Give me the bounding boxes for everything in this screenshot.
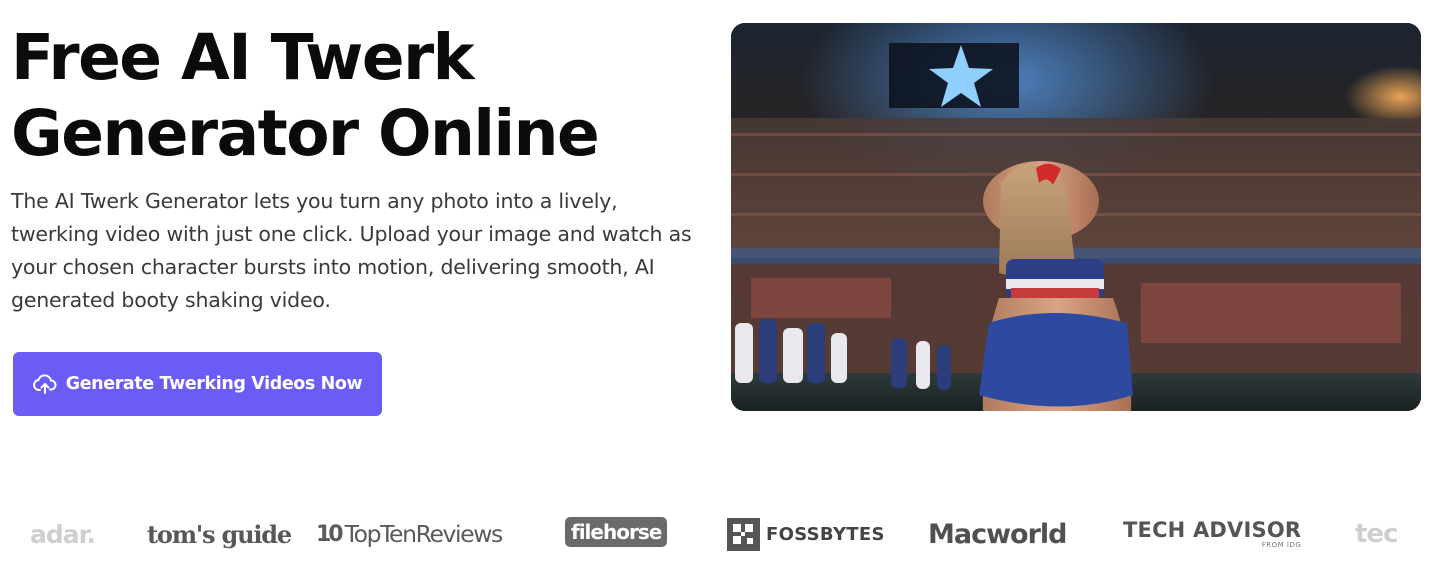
tech-advisor-sub: FROM IDG: [1261, 541, 1302, 549]
page-title: Free AI Twerk Generator Online: [11, 20, 711, 172]
topten-text: TopTenReviews: [344, 520, 504, 548]
page-title-line-2: Generator Online: [11, 97, 600, 170]
logo-toms-guide: tom's guide: [147, 519, 292, 549]
generate-twerking-videos-button[interactable]: Generate Twerking Videos Now: [13, 352, 382, 416]
cta-label: Generate Twerking Videos Now: [65, 374, 363, 394]
logo-topten-reviews: 10 TopTenReviews: [316, 514, 504, 554]
fossbytes-text: FOSSBYTES: [766, 523, 885, 545]
cloud-upload-icon: [32, 373, 57, 395]
logo-macworld: Macworld: [928, 518, 1067, 550]
logo-techradar: adar.: [30, 519, 96, 549]
topten-mark: 10: [316, 521, 344, 547]
press-logos-strip: adar. tom's guide 10 TopTenReviews fileh…: [0, 500, 1443, 565]
hero-description: The AI Twerk Generator lets you turn any…: [11, 189, 692, 312]
tech-advisor-text: TECH ADVISOR: [1123, 518, 1302, 542]
hero-image: [731, 23, 1421, 411]
logo-filehorse: filehorse: [565, 517, 668, 547]
fossbytes-mark-icon: [727, 517, 760, 551]
page-title-line-1: Free AI Twerk: [11, 21, 475, 94]
logo-tech-cut: tec: [1355, 519, 1398, 549]
page: Free AI Twerk Generator Online The AI Tw…: [0, 0, 1443, 565]
logo-fossbytes: FOSSBYTES: [727, 514, 885, 554]
logo-tech-advisor: TECH ADVISOR FROM IDG: [1123, 514, 1301, 554]
